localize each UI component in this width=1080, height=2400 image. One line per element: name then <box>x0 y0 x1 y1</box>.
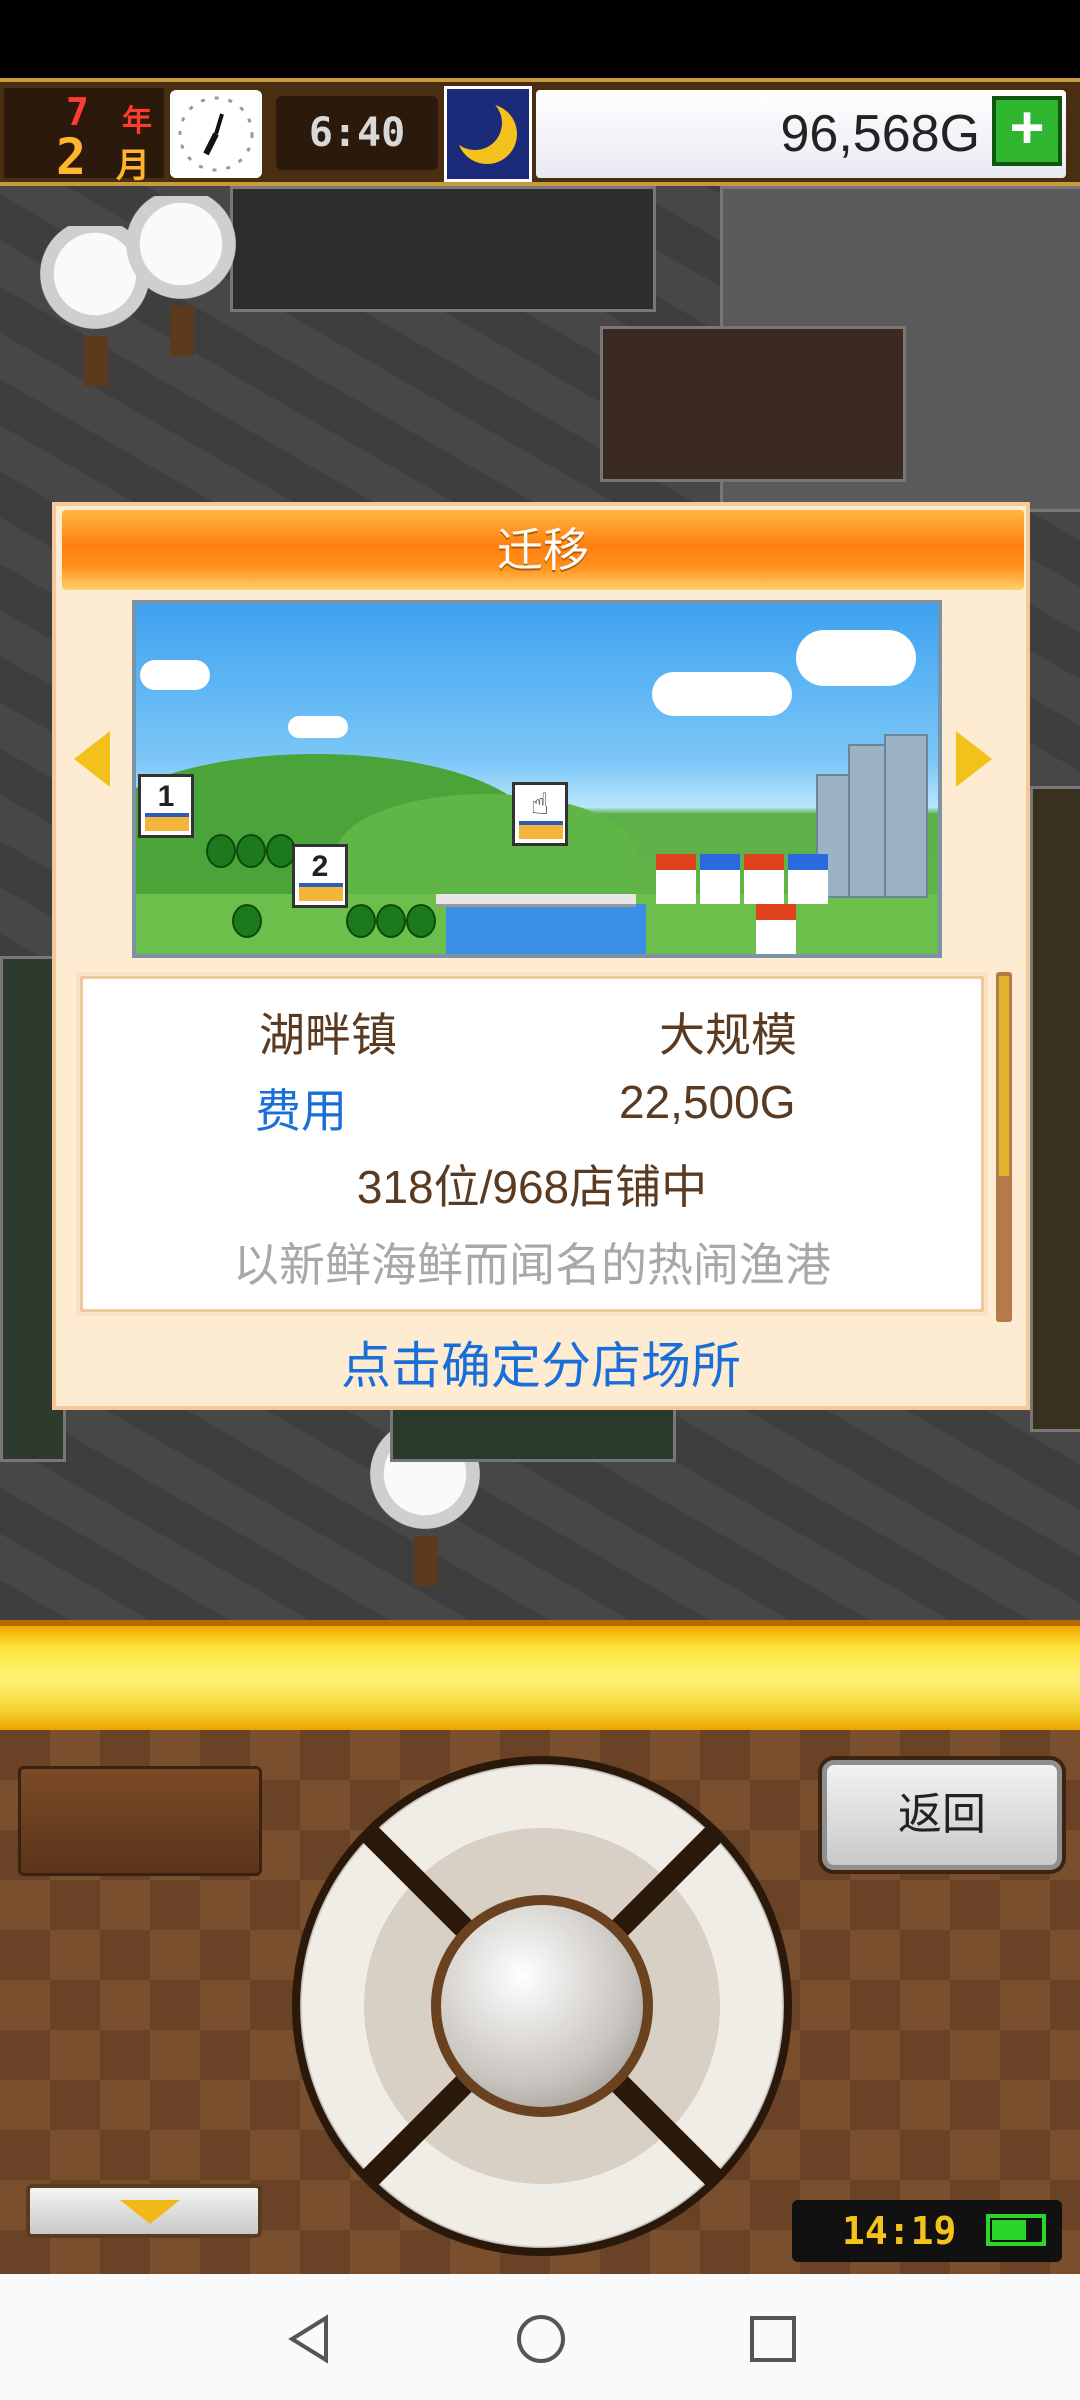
date-display: 7 年 2 月 <box>4 88 164 186</box>
back-button[interactable]: 返回 <box>822 1760 1062 1870</box>
time-text: 6:40 <box>308 110 406 156</box>
house <box>656 854 696 904</box>
town-name: 湖畔镇 <box>259 1009 397 1061</box>
month-unit: 月 <box>116 146 150 186</box>
marker-base <box>519 821 563 839</box>
bridge <box>436 894 636 907</box>
battery-icon <box>986 2214 1046 2246</box>
map-tree <box>236 834 266 868</box>
fee-label: 费用 <box>255 1085 347 1137</box>
triangle-down-icon <box>120 2200 180 2224</box>
rank-text: 318位/968店铺中 <box>356 1161 708 1213</box>
building-side <box>1030 786 1080 1432</box>
battery-level <box>992 2220 1026 2240</box>
city-tower <box>848 744 886 898</box>
pointer-hand-icon: ☝ <box>530 788 550 821</box>
house <box>700 854 740 904</box>
empty-slot <box>18 1766 262 1876</box>
marker-number: 1 <box>157 780 175 813</box>
info-scrollbar[interactable] <box>996 972 1012 1322</box>
tree-trunk <box>414 1536 438 1586</box>
marker-base <box>145 813 189 831</box>
game-clock-battery: 14:19 <box>792 2200 1062 2262</box>
lake <box>446 904 646 954</box>
fee-value: 22,500G <box>619 1076 796 1128</box>
menu-toggle-button[interactable] <box>26 2184 262 2238</box>
building-roof <box>230 186 656 312</box>
money-amount: 96,568G <box>780 105 981 163</box>
month-number: 2 <box>56 128 87 186</box>
map-tree <box>206 834 236 868</box>
nav-home-icon[interactable] <box>514 2312 568 2366</box>
nav-back-icon[interactable] <box>282 2312 336 2366</box>
cloud <box>140 660 210 690</box>
branch-marker-2[interactable]: 2 <box>292 844 348 908</box>
cloud <box>288 716 348 738</box>
arrow-left-icon[interactable] <box>74 731 110 787</box>
branch-marker-1[interactable]: 1 <box>138 774 194 838</box>
marker-number: 2 <box>311 850 329 883</box>
scrollbar-thumb[interactable] <box>999 976 1009 1176</box>
time-display: 6:40 <box>276 96 438 170</box>
nav-recent-icon[interactable] <box>746 2312 800 2366</box>
map-tree <box>232 904 262 938</box>
map-tree <box>346 904 376 938</box>
house <box>744 854 784 904</box>
location-map[interactable]: 1 2 ☝ <box>132 600 942 958</box>
moon-icon <box>444 86 532 182</box>
tree-trunk <box>84 336 108 386</box>
add-money-button[interactable]: + <box>992 96 1062 166</box>
marker-base <box>299 883 343 901</box>
selected-location-marker[interactable]: ☝ <box>512 782 568 846</box>
year-unit: 年 <box>122 104 152 139</box>
town-description: 以新鲜海鲜而闻名的热闹渔港 <box>233 1239 831 1291</box>
town-scale: 大规模 <box>659 1009 797 1061</box>
arrow-right-icon[interactable] <box>956 731 992 787</box>
directional-pad[interactable] <box>292 1756 792 2256</box>
building-front <box>600 326 906 482</box>
system-nav-bar <box>0 2274 1080 2400</box>
money-display: 96,568G + <box>536 90 1066 178</box>
snowy-tree <box>126 196 236 316</box>
city-tower <box>884 734 928 898</box>
cloud <box>796 630 916 686</box>
location-info-box: 湖畔镇 大规模 费用 22,500G 318位/968店铺中 以新鲜海鲜而闻名的… <box>80 976 984 1312</box>
plus-icon: + <box>1009 94 1045 161</box>
tree-trunk <box>170 306 194 356</box>
game-clock-time: 14:19 <box>842 2209 957 2253</box>
map-tree <box>376 904 406 938</box>
confirm-location-link[interactable]: 点击确定分店场所 <box>56 1326 1026 1398</box>
relocation-dialog: 迁移 1 2 ☝ 湖畔镇 大规模 费用 22,500G 318位/968店铺中 … <box>52 502 1030 1410</box>
controller-panel: 返回 14:19 <box>0 1730 1080 2274</box>
house <box>788 854 828 904</box>
dpad-center-button[interactable] <box>431 1895 653 2117</box>
message-ticker <box>0 1620 1080 1730</box>
cloud <box>652 672 792 716</box>
house <box>756 904 796 954</box>
status-bar: 7 年 2 月 6:40 96,568G + <box>0 78 1080 186</box>
dialog-title: 迁移 <box>62 510 1024 590</box>
map-tree <box>406 904 436 938</box>
analog-clock-icon <box>170 90 262 178</box>
